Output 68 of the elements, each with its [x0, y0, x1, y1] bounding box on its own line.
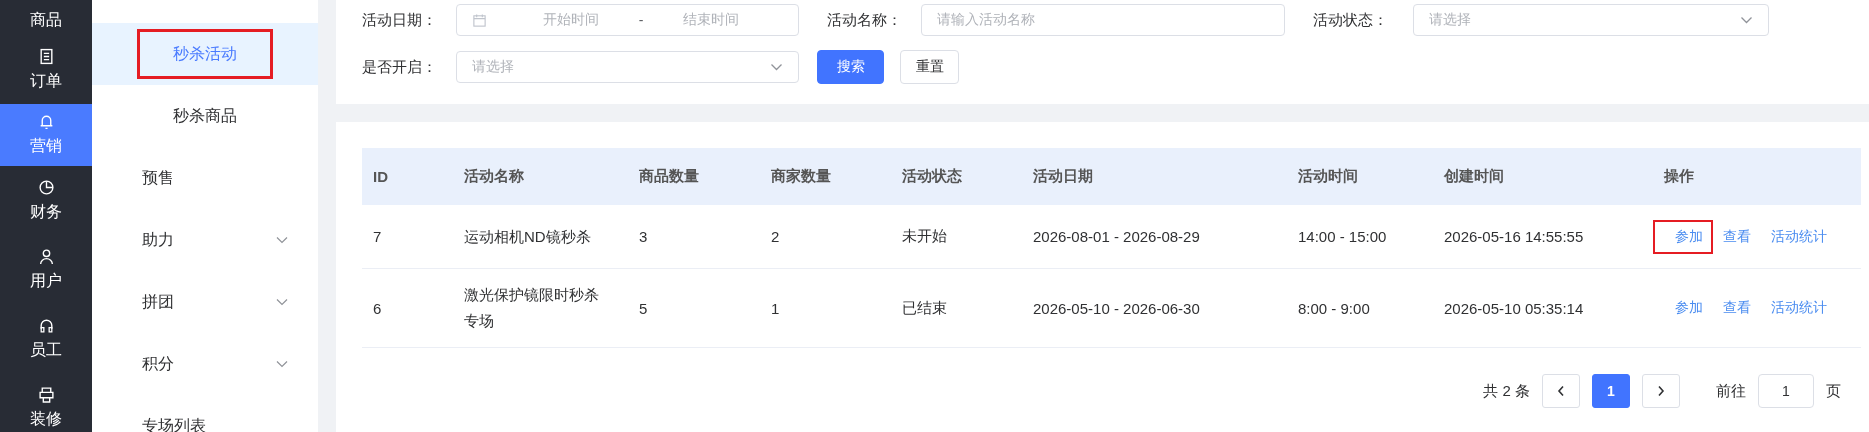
chevron-down-icon: [770, 63, 783, 71]
total-count: 共 2 条: [1483, 381, 1530, 401]
column-header: 活动状态: [901, 167, 963, 186]
previous-page-button[interactable]: [1542, 374, 1580, 408]
filter-label: 是否开启：: [362, 57, 438, 77]
column-header: 活动名称: [463, 167, 525, 186]
nav-item[interactable]: 财务: [0, 166, 92, 235]
filter-label: 活动名称：: [827, 10, 903, 30]
printer-icon: [37, 385, 55, 403]
page-button[interactable]: 1: [1592, 374, 1630, 408]
page-input-field[interactable]: 1: [1758, 374, 1814, 408]
table-cell-text: 运动相机ND镜秒杀: [464, 226, 592, 247]
table-cell: 2026-08-01 - 2026-08-29: [1033, 228, 1200, 245]
next-page-button[interactable]: [1642, 374, 1680, 408]
table-cell: 1: [771, 299, 780, 317]
chevron-down-icon: [1740, 16, 1753, 24]
column-header: 创建时间: [1443, 167, 1505, 186]
column-header: 活动日期: [1032, 167, 1094, 186]
table-cell: 未开始: [902, 227, 947, 244]
document-icon: [37, 47, 55, 65]
chevron-right-icon: [1657, 385, 1665, 397]
table-cell: 7: [373, 228, 382, 245]
table-cell: 8:00 - 9:00: [1298, 299, 1370, 317]
table-cell: 6: [373, 299, 382, 317]
table-cell: 3: [639, 228, 648, 245]
table-cell: 2: [771, 228, 780, 245]
chevron-left-icon: [1557, 385, 1565, 397]
search-button[interactable]: 搜索: [817, 50, 884, 84]
column-header: 操作: [1663, 167, 1695, 186]
chevron-down-icon: [276, 236, 288, 244]
submenu-item[interactable]: 预售: [92, 147, 318, 209]
column-header: 活动时间: [1297, 167, 1359, 186]
column-header: ID: [372, 168, 389, 185]
table-cell: 2026-05-16 14:55:55: [1444, 228, 1584, 245]
page-suffix: 页: [1826, 381, 1841, 401]
filter-label: 活动日期：: [362, 10, 438, 30]
nav-item[interactable]: 订单: [0, 35, 92, 104]
action-link[interactable]: 活动统计: [1761, 291, 1837, 325]
nav-item[interactable]: 员工: [0, 304, 92, 373]
table-cell: 2026-05-10 - 2026-06-30: [1033, 299, 1200, 317]
action-link[interactable]: 活动统计: [1761, 219, 1837, 254]
user-icon: [37, 247, 55, 265]
reset-button[interactable]: 重置: [900, 50, 959, 84]
pie-chart-icon: [37, 178, 55, 196]
table-cell-text: 激光保护镜限时秒杀专场: [464, 285, 600, 331]
nav-item[interactable]: 营销: [0, 104, 92, 166]
submenu-item[interactable]: 秒杀商品: [92, 85, 318, 147]
column-header: 商家数量: [770, 167, 832, 186]
headphones-icon: [37, 316, 55, 334]
table-cell: 14:00 - 15:00: [1298, 228, 1387, 245]
calendar-icon: [472, 12, 487, 28]
column-header: 商品数量: [638, 167, 700, 186]
nav-item[interactable]: 装修: [0, 373, 92, 432]
chevron-down-icon: [276, 298, 288, 306]
submenu-item[interactable]: 拼团: [92, 271, 318, 333]
action-link[interactable]: 查看: [1713, 291, 1761, 325]
chevron-down-icon: [276, 360, 288, 368]
submenu-item[interactable]: 助力: [92, 209, 318, 271]
goto-label: 前往: [1716, 381, 1746, 401]
nav-item[interactable]: 用户: [0, 235, 92, 304]
table-cell: 5: [639, 299, 648, 317]
submenu-item[interactable]: 积分: [92, 333, 318, 395]
action-link[interactable]: 查看: [1713, 219, 1761, 254]
nav-item[interactable]: 商品: [0, 0, 92, 35]
table-cell: 已结束: [902, 298, 947, 316]
date-range-field[interactable]: 开始时间 - 结束时间: [456, 4, 799, 36]
filter-label: 活动状态：: [1313, 10, 1389, 30]
table-cell: 2026-05-10 05:35:14: [1444, 299, 1584, 317]
